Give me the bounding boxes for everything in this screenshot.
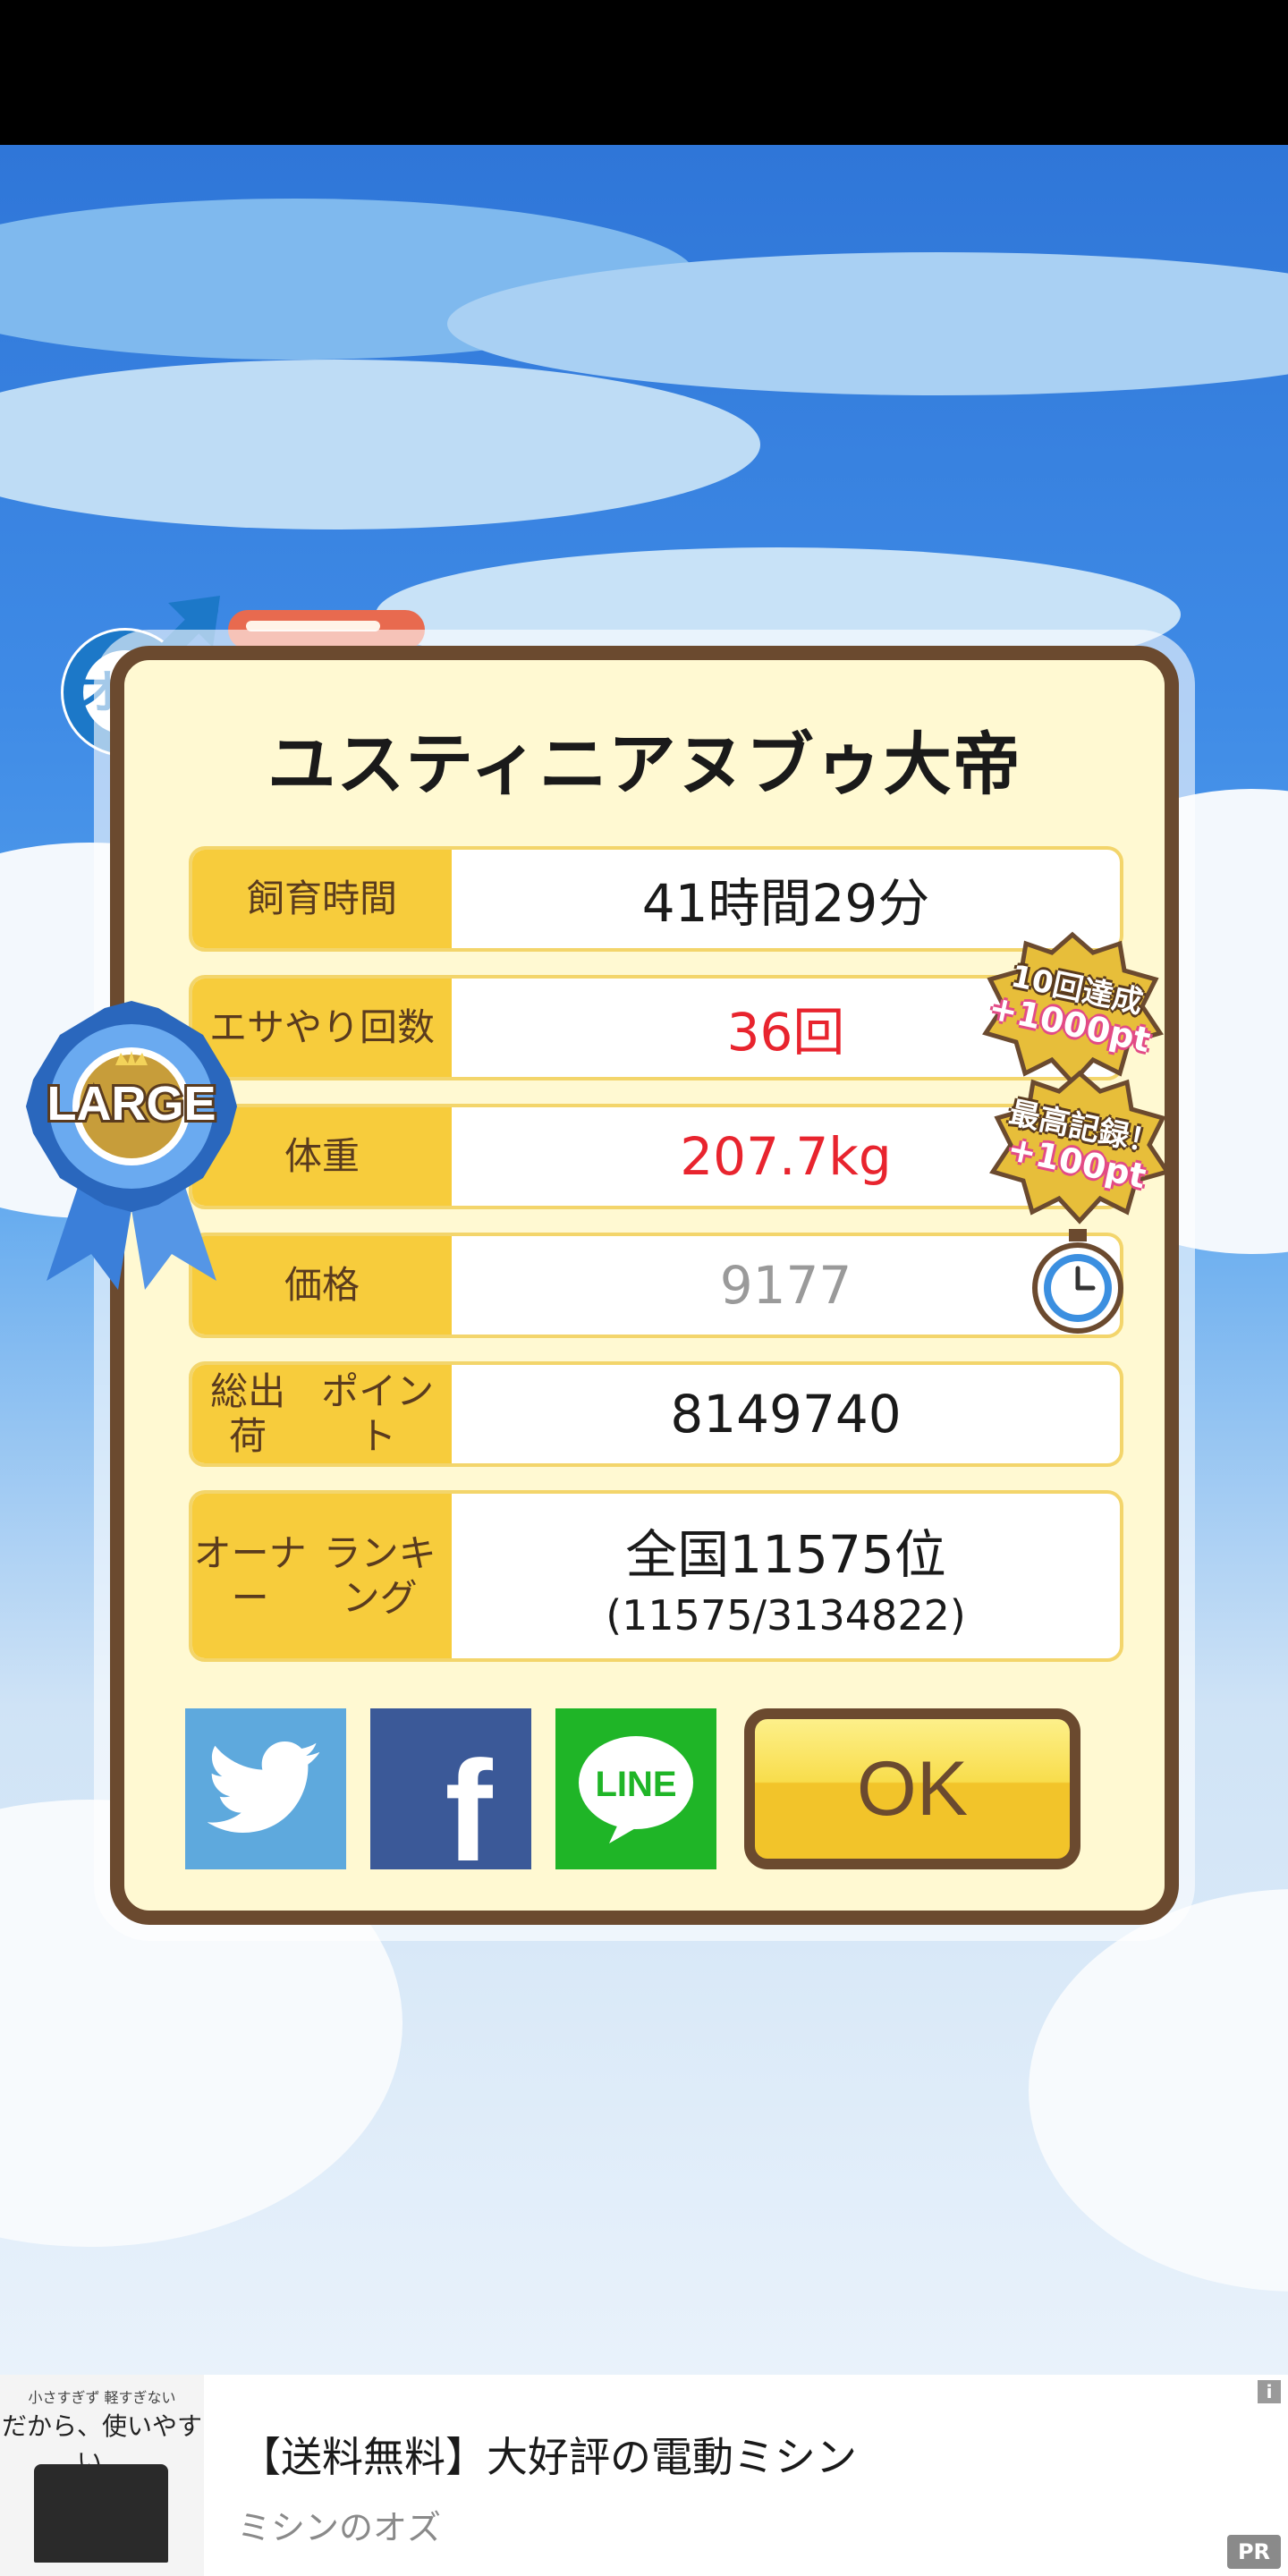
stat-value: 全国11575位 (11575/3134822) (452, 1494, 1120, 1658)
pet-name: ユスティニアヌブゥ大帝 (267, 724, 1021, 804)
stat-row-shipment-points: 総出荷 ポイント 8149740 (189, 1361, 1123, 1467)
ad-thumbnail[interactable]: 小さすぎず 軽すぎない だから、使いやすい。 (0, 2375, 204, 2576)
stat-label: オーナー ランキング (192, 1494, 452, 1658)
stat-label-line1: 総出荷 (210, 1368, 286, 1458)
sky-cloud (1029, 1889, 1288, 2292)
stopwatch-icon (1032, 1229, 1123, 1334)
stat-label: 飼育時間 (192, 850, 452, 948)
ad-banner[interactable]: 小さすぎず 軽すぎない だから、使いやすい。 【送料無料】大好評の電動ミシン ミ… (0, 2375, 1288, 2576)
stat-label-line1: オーナー (193, 1530, 307, 1620)
size-badge-label: LARGE (47, 1077, 216, 1131)
ad-info-icon[interactable]: i (1258, 2380, 1281, 2403)
sewing-machine-image (34, 2464, 168, 2563)
stat-label-line2: ランキング (323, 1530, 436, 1620)
large-size-ribbon-icon: LARGE (26, 1001, 237, 1290)
stat-label-line2: ポイント (321, 1368, 435, 1458)
result-dialog: ユスティニアヌブゥ大帝 飼育時間 41時間29分 エサやり回数 36回 体重 2… (110, 646, 1179, 1925)
status-bar (0, 0, 1288, 145)
achievement-badge-record: 最高記録！ +100pt (984, 1069, 1176, 1225)
ad-pr-badge: PR (1227, 2535, 1281, 2569)
ad-advertiser: ミシンのオズ (237, 2508, 442, 2547)
facebook-share-button[interactable]: f (370, 1708, 531, 1891)
stat-label: 総出荷 ポイント (192, 1365, 452, 1463)
sky-cloud (0, 360, 760, 530)
stat-value: 8149740 (670, 1384, 902, 1445)
ad-thumb-caption-small: 小さすぎず 軽すぎない (28, 2389, 176, 2406)
stat-row-price: 価格 9177 (189, 1233, 1123, 1338)
twitter-share-button[interactable] (185, 1708, 346, 1869)
ranking-detail: (11575/3134822) (606, 1591, 966, 1640)
facebook-f-icon: f (445, 1731, 493, 1891)
line-share-button[interactable]: LINE (555, 1708, 716, 1869)
ranking-value: 全国11575位 (625, 1524, 946, 1585)
stat-value: 9177 (719, 1255, 852, 1316)
twitter-bird-icon (208, 1741, 320, 1833)
stat-row-owner-ranking: オーナー ランキング 全国11575位 (11575/3134822) (189, 1490, 1123, 1662)
ad-title[interactable]: 【送料無料】大好評の電動ミシン (240, 2425, 857, 2484)
airplane-decoration (228, 610, 425, 649)
line-label: LINE (595, 1765, 676, 1804)
ok-button[interactable]: OK (744, 1708, 1080, 1869)
line-logo-icon: LINE (579, 1736, 693, 1843)
